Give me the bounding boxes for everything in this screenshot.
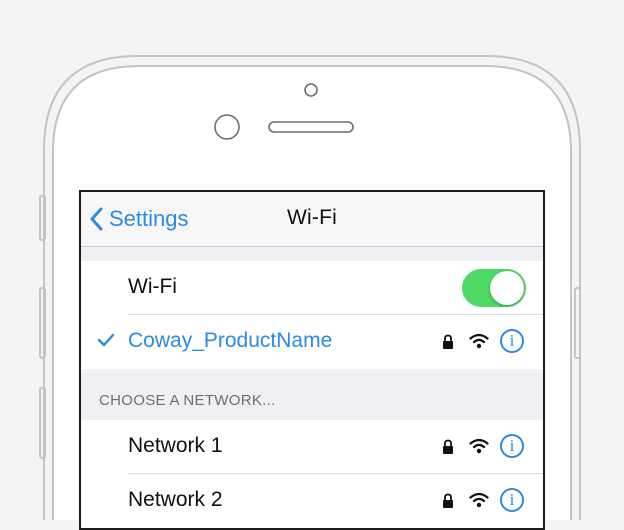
network-row-1[interactable]: Network 1 i	[81, 420, 543, 474]
page-title: Wi-Fi	[287, 206, 337, 229]
wifi-icon	[469, 438, 489, 454]
section-spacer	[81, 247, 543, 261]
info-icon[interactable]: i	[500, 434, 524, 458]
lock-icon	[443, 439, 453, 454]
lock-icon	[443, 493, 453, 508]
wifi-toggle-label: Wi-Fi	[128, 275, 177, 298]
checkmark-icon	[97, 333, 115, 347]
connected-network-row[interactable]: Coway_ProductName i	[81, 315, 543, 369]
info-icon[interactable]: i	[500, 329, 524, 353]
navigation-bar: Settings Wi-Fi	[81, 192, 543, 247]
network-name: Network 2	[128, 488, 223, 511]
section-header-bar: CHOOSE A NETWORK...	[81, 369, 543, 420]
lock-icon	[443, 334, 453, 349]
wifi-toggle-switch[interactable]	[462, 269, 526, 307]
wifi-icon	[469, 492, 489, 508]
network-name: Network 1	[128, 434, 223, 457]
wifi-toggle-row: Wi-Fi	[81, 261, 543, 315]
phone-screen: Settings Wi-Fi Wi-Fi Coway_ProductName i…	[79, 190, 545, 530]
wifi-icon	[469, 333, 489, 349]
toggle-knob	[490, 271, 524, 305]
connected-network-name: Coway_ProductName	[128, 329, 333, 352]
section-header-choose-network: CHOOSE A NETWORK...	[99, 392, 276, 409]
info-icon[interactable]: i	[500, 488, 524, 512]
